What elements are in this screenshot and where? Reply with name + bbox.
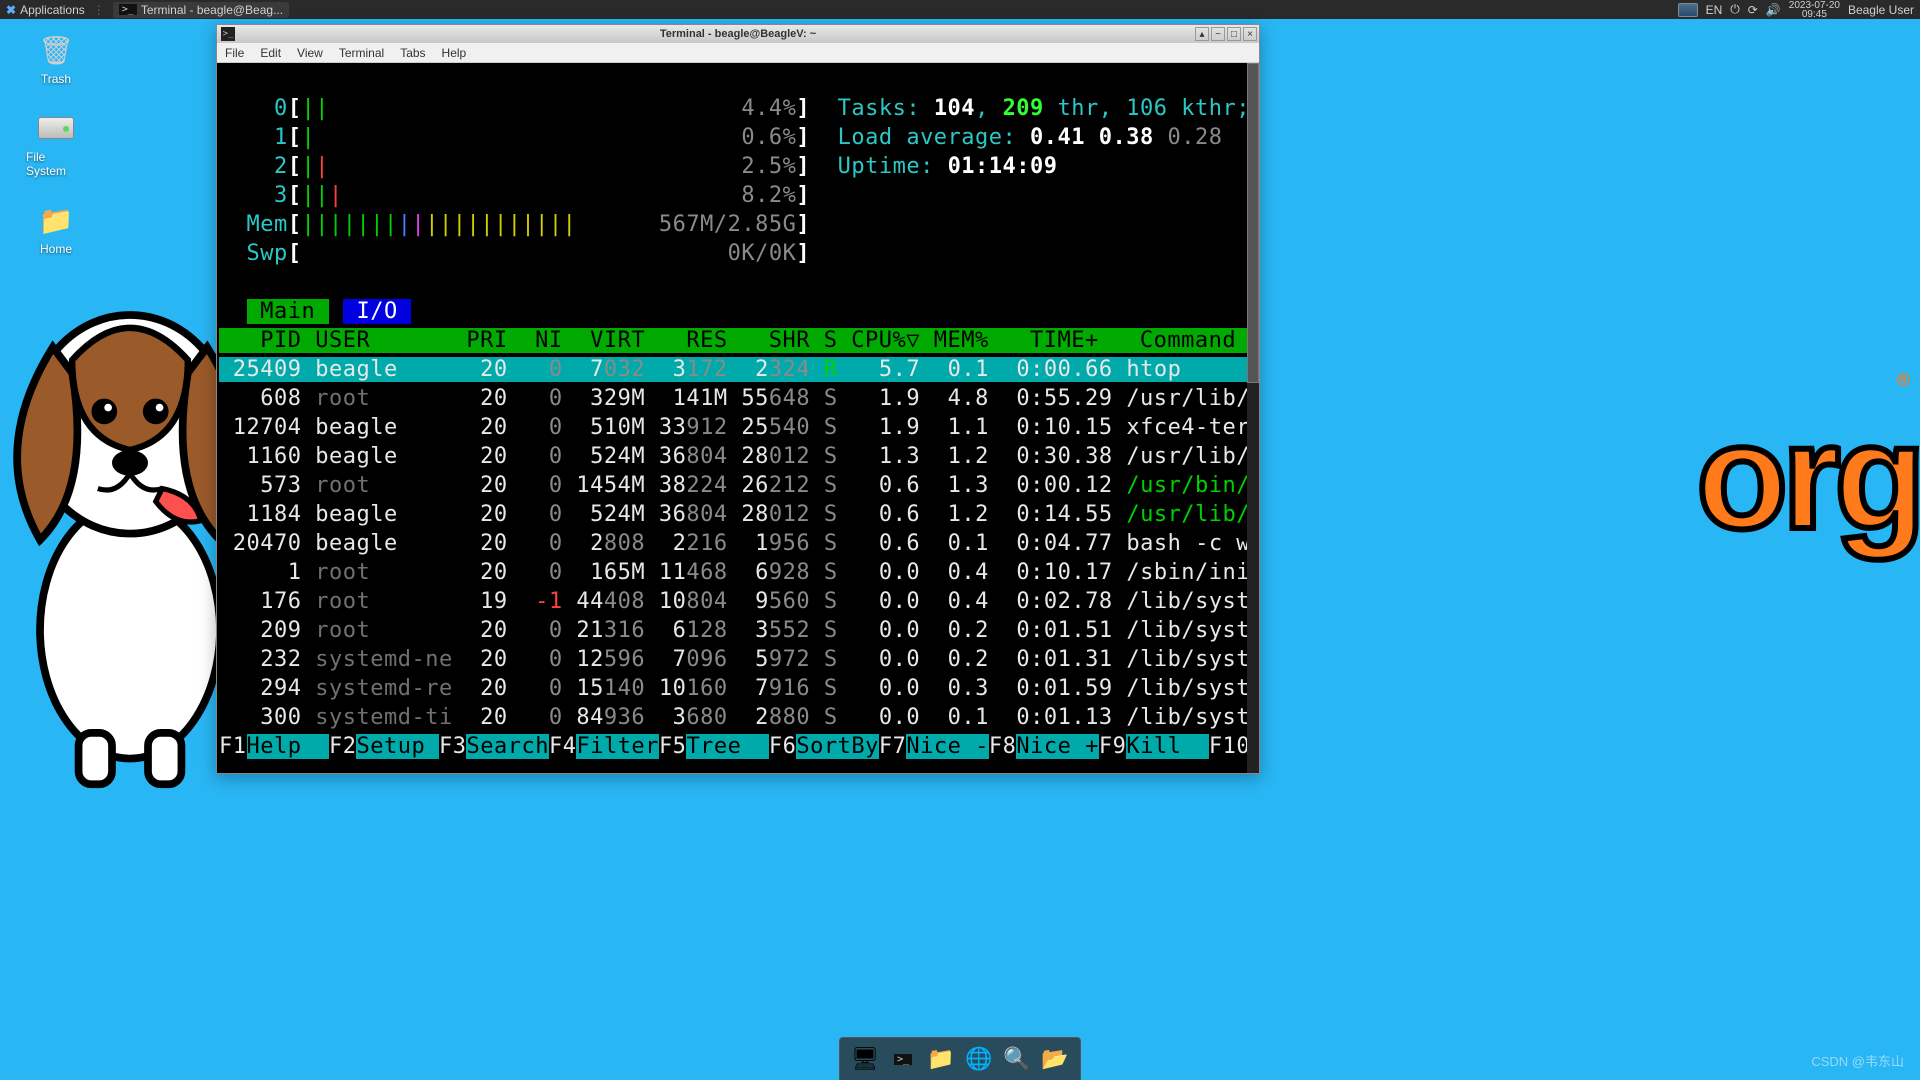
desktop-icons: 🗑 Trash File System 📁 Home xyxy=(26,32,86,256)
terminal-body[interactable]: 0[|| 4.4%] Tasks: 104, 209 thr, 106 kthr… xyxy=(217,63,1259,773)
clock[interactable]: 2023-07-20 09:45 xyxy=(1789,1,1840,19)
updates-icon[interactable]: ⟳ xyxy=(1748,3,1758,17)
applications-menu[interactable]: ✖ Applications xyxy=(6,3,85,17)
dock-home-folder[interactable]: 📂 xyxy=(1038,1042,1072,1076)
window-title: Terminal - beagle@BeagleV: ~ xyxy=(660,28,816,40)
language-indicator[interactable]: EN xyxy=(1706,3,1723,17)
volume-icon[interactable]: 🔊 xyxy=(1766,3,1781,17)
desktop-icon-label: Trash xyxy=(41,72,71,86)
window-minimize-button[interactable]: − xyxy=(1211,27,1225,41)
terminal-icon: >_ xyxy=(894,1054,912,1065)
power-icon[interactable]: ⏻ xyxy=(1730,2,1740,17)
menu-file[interactable]: File xyxy=(225,46,244,60)
taskbar-item-terminal[interactable]: >_ Terminal - beagle@Beag... xyxy=(113,2,289,18)
desktop-icon-trash[interactable]: 🗑 Trash xyxy=(26,32,86,86)
bottom-dock: 🖥 >_ 📁 🌐 🔍 📂 xyxy=(839,1037,1081,1080)
scrollbar[interactable] xyxy=(1247,63,1259,773)
taskbar-item-label: Terminal - beagle@Beag... xyxy=(141,3,283,17)
window-close-button[interactable]: × xyxy=(1243,27,1257,41)
wallpaper-text: org xyxy=(1696,390,1920,563)
scrollbar-thumb[interactable] xyxy=(1247,63,1259,383)
menu-edit[interactable]: Edit xyxy=(260,46,281,60)
drive-icon xyxy=(38,110,74,146)
dock-terminal[interactable]: >_ xyxy=(886,1042,920,1076)
panel-separator: ⋮ xyxy=(93,3,105,17)
terminal-icon: >_ xyxy=(119,4,137,15)
xfce-logo-icon: ✖ xyxy=(6,3,16,17)
top-panel: ✖ Applications ⋮ >_ Terminal - beagle@Be… xyxy=(0,0,1920,19)
trash-icon: 🗑 xyxy=(38,32,74,68)
menu-help[interactable]: Help xyxy=(442,46,467,60)
window-titlebar[interactable]: >_ Terminal - beagle@BeagleV: ~ ▴ − □ × xyxy=(217,25,1259,43)
desktop-icon-filesystem[interactable]: File System xyxy=(26,110,86,178)
desktop-icon-home[interactable]: 📁 Home xyxy=(26,202,86,256)
window-roll-button[interactable]: ▴ xyxy=(1195,27,1209,41)
dock-show-desktop[interactable]: 🖥 xyxy=(848,1042,882,1076)
desktop-icon-label: File System xyxy=(26,150,86,178)
menu-view[interactable]: View xyxy=(297,46,323,60)
window-maximize-button[interactable]: □ xyxy=(1227,27,1241,41)
applications-label: Applications xyxy=(20,3,85,17)
terminal-menubar: File Edit View Terminal Tabs Help xyxy=(217,43,1259,63)
folder-icon: 📁 xyxy=(38,202,74,238)
dock-file-manager[interactable]: 📁 xyxy=(924,1042,958,1076)
terminal-window: >_ Terminal - beagle@BeagleV: ~ ▴ − □ × … xyxy=(216,24,1260,774)
htop-output: 0[|| 4.4%] Tasks: 104, 209 thr, 106 kthr… xyxy=(219,65,1259,761)
dock-web-browser[interactable]: 🌐 xyxy=(962,1042,996,1076)
user-menu[interactable]: Beagle User xyxy=(1848,3,1914,17)
wallpaper-reg: ® xyxy=(1897,370,1910,391)
time-label: 09:45 xyxy=(1789,10,1840,19)
menu-tabs[interactable]: Tabs xyxy=(400,46,425,60)
terminal-icon: >_ xyxy=(221,27,235,41)
dock-app-finder[interactable]: 🔍 xyxy=(1000,1042,1034,1076)
tray-workspace-icon[interactable] xyxy=(1678,3,1698,17)
watermark: CSDN @韦东山 xyxy=(1811,1051,1904,1070)
desktop-icon-label: Home xyxy=(40,242,72,256)
menu-terminal[interactable]: Terminal xyxy=(339,46,384,60)
